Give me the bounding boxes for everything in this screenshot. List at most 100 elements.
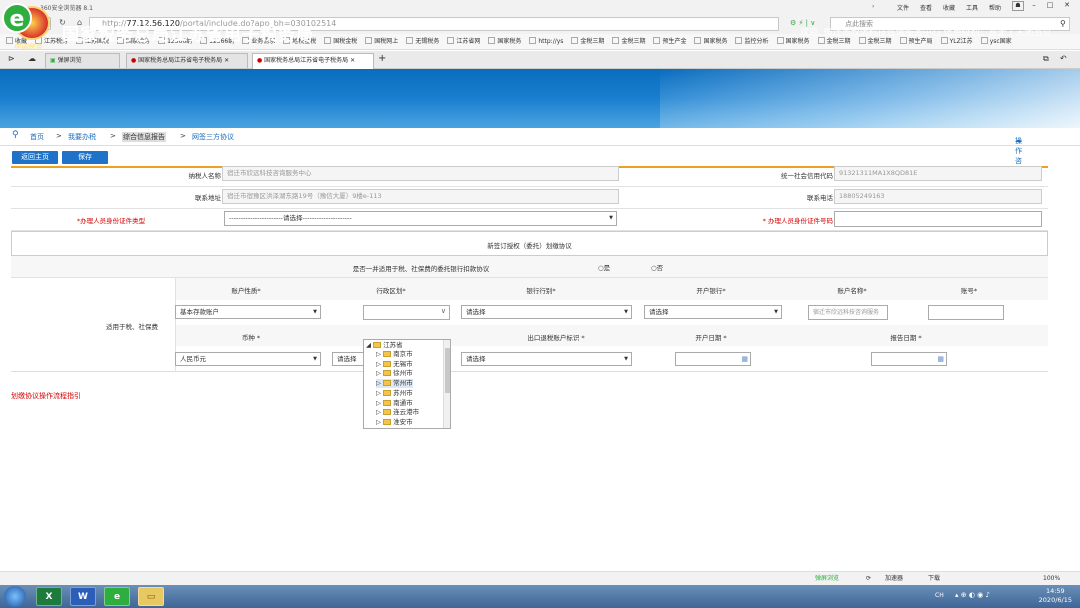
tab-etax-2[interactable]: ● 国家税务总局江苏省电子税务局 ✕	[252, 53, 374, 69]
welcome-text[interactable]: 欢迎, 宿迁市欣远科技咨询服务中心 信用级别：暂无 | 关闭当页	[800, 25, 1051, 38]
expand-icon: ▷	[376, 398, 381, 407]
bookmark-icon	[776, 37, 784, 44]
calendar-icon: ▦	[741, 355, 748, 363]
favorite-item[interactable]: 金税三期	[612, 34, 645, 49]
col-account-type: 账户性质*	[231, 287, 261, 295]
applies-label: 适用于税、社保费	[106, 323, 158, 331]
collapse-icon: ◢	[366, 341, 371, 349]
zoom-level[interactable]: 100%	[1043, 572, 1060, 585]
close-icon[interactable]: ✕	[1060, 1, 1074, 11]
account-number-input[interactable]	[928, 305, 1004, 320]
favorite-item[interactable]: 预生产金	[653, 34, 686, 49]
status-accelerator[interactable]: 加速器	[885, 572, 903, 585]
favorite-item[interactable]: 江苏省网	[447, 34, 480, 49]
maximize-icon[interactable]: □	[1044, 1, 1056, 11]
menu-file[interactable]: 文件	[897, 3, 909, 12]
bookmark-icon	[324, 37, 332, 44]
col-currency: 币种 *	[241, 334, 261, 342]
menu-view[interactable]: 查看	[920, 3, 932, 12]
region-tree-dropdown[interactable]: ◢ 江苏省 ▷ 南京市 ▷ 无锡市 ▷ 徐州市 ▷ 常州市 ▷ 苏州市 ▷ 南通市 ▷ 连云…	[363, 339, 451, 429]
title-bar: 360安全浏览器 8.1 › 文件 查看 收藏 工具 帮助 ☗ – □ ✕	[0, 0, 1080, 14]
favorite-item[interactable]: http://ys	[529, 34, 563, 49]
tree-root[interactable]: ◢ 江苏省	[366, 341, 403, 350]
undo-icon[interactable]: ↶	[1060, 54, 1067, 63]
word-icon[interactable]: W	[70, 587, 96, 606]
scrollbar-thumb[interactable]	[445, 348, 450, 393]
bookmark-icon	[612, 37, 620, 44]
favorite-item[interactable]: 国家税务	[694, 34, 727, 49]
status-popup[interactable]: 弹屏浏览	[815, 572, 839, 585]
crumb-home[interactable]: 首页	[30, 132, 44, 142]
folder-icon	[383, 409, 392, 416]
favorite-item[interactable]: 金税三期	[571, 34, 604, 49]
favorite-item[interactable]: 无锡税务	[406, 34, 439, 49]
new-tab-icon[interactable]: +	[378, 53, 386, 64]
restore-tab-icon[interactable]: ⧉	[1043, 54, 1049, 64]
skin-icon[interactable]: ☗	[1012, 1, 1024, 11]
status-speed-icon[interactable]: ⟳	[866, 572, 871, 585]
tree-item[interactable]: ▷ 淮安市	[376, 418, 413, 427]
col-export-flag: 出口退税账户标识 *	[527, 334, 585, 342]
col-region: 行政区划*	[376, 287, 406, 295]
folder-icon	[383, 389, 392, 396]
folder-taskbar-icon[interactable]: ▭	[138, 587, 164, 606]
system-clock[interactable]: 14:59 2020/6/15	[1039, 587, 1072, 605]
tab-popup-browse[interactable]: ▣ 弹屏浏览	[45, 53, 120, 68]
tree-item[interactable]: ▷ 无锡市	[376, 360, 413, 369]
save-button[interactable]: 保存	[62, 151, 108, 164]
bookmark-icon	[735, 37, 743, 44]
tree-item[interactable]: ▷ 常州市	[376, 379, 413, 389]
favorite-item[interactable]: 监控分析	[735, 34, 769, 49]
browser-logo-icon: e	[2, 3, 32, 33]
crumb-info-report[interactable]: 综合信息报告	[122, 132, 166, 142]
tree-item[interactable]: ▷ 徐州市	[376, 369, 413, 378]
col-account-name: 账户名称*	[837, 287, 867, 295]
favorite-item[interactable]: 国税金税	[324, 34, 357, 49]
folder-icon	[383, 360, 392, 367]
tree-item[interactable]: ▷ 南京市	[376, 350, 413, 359]
menu-tools[interactable]: 工具	[966, 3, 978, 12]
sidebar-toggle-icon[interactable]: ⊳	[8, 54, 15, 63]
report-date-input[interactable]: ▦	[871, 352, 947, 366]
tree-item[interactable]: ▷ 南通市	[376, 399, 413, 408]
cloud-icon[interactable]: ☁	[28, 54, 36, 63]
region-combo[interactable]: ∨	[363, 305, 450, 320]
favorite-item[interactable]: 国税网上	[365, 34, 398, 49]
id-no-label: * 办理人员身份证件号码	[762, 217, 833, 225]
account-name-input[interactable]: 宿迁市欣远科技咨询服务	[808, 305, 888, 320]
menu-favorites[interactable]: 收藏	[943, 3, 955, 12]
radio-yes[interactable]: ○是	[598, 262, 610, 272]
radio-no[interactable]: ○否	[651, 262, 663, 272]
id-type-select[interactable]: -----------------------请选择--------------…	[224, 211, 617, 226]
browser-taskbar-icon[interactable]: e	[104, 587, 130, 606]
menu-back[interactable]: ›	[872, 3, 874, 10]
tab-etax-1[interactable]: ● 国家税务总局江苏省电子税务局 ✕	[126, 53, 248, 68]
menu-help[interactable]: 帮助	[989, 3, 1001, 12]
currency-select[interactable]: 人民币元	[175, 352, 321, 366]
back-home-button[interactable]: 返回主页	[12, 151, 58, 164]
search-icon[interactable]: ⚲	[1060, 19, 1066, 28]
tree-item[interactable]: ▷ 苏州市	[376, 389, 413, 398]
great-wall-banner	[660, 69, 1080, 128]
guide-link[interactable]: 划缴协议操作流程指引	[11, 391, 81, 401]
excel-icon[interactable]: X	[36, 587, 62, 606]
open-date-input[interactable]: ▦	[675, 352, 751, 366]
folder-icon	[383, 418, 392, 425]
language-indicator[interactable]: CH	[935, 592, 944, 599]
taxpayer-name-field: 宿迁市欣远科技咨询服务中心	[222, 166, 619, 181]
bookmark-icon	[858, 37, 866, 44]
tray-icons[interactable]: ▴ ⊕ ◐ ◉ ♪	[955, 591, 990, 599]
folder-icon	[373, 342, 382, 348]
minimize-icon[interactable]: –	[1028, 1, 1040, 11]
id-number-input[interactable]	[834, 211, 1042, 227]
bank-type-select[interactable]: 请选择	[461, 305, 632, 319]
bank-select[interactable]: 请选择	[644, 305, 782, 319]
start-button-icon[interactable]	[4, 586, 26, 607]
favorite-item[interactable]: 国家税务	[488, 34, 521, 49]
status-download[interactable]: 下载	[928, 572, 940, 585]
tree-item[interactable]: ▷ 连云港市	[376, 408, 419, 417]
tree-scrollbar[interactable]	[443, 340, 450, 428]
export-flag-select[interactable]: 请选择	[461, 352, 632, 366]
crumb-tax[interactable]: 我要办税	[68, 132, 96, 142]
account-type-select[interactable]: 基本存款账户	[175, 305, 321, 319]
